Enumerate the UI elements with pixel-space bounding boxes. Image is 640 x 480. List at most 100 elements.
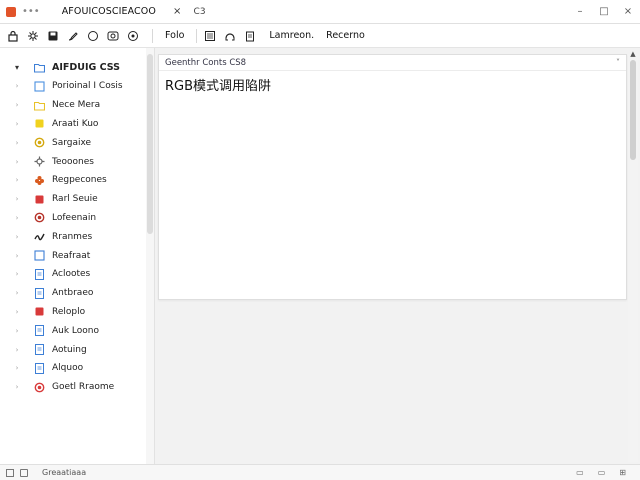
tree-arrow-icon[interactable]: ›: [12, 270, 22, 278]
tree-arrow-icon[interactable]: ›: [12, 139, 22, 147]
main-scrollbar[interactable]: ▲: [628, 50, 638, 462]
collapse-icon[interactable]: ˅: [616, 58, 620, 67]
editor-text-area[interactable]: RGB模式调用陷阱: [159, 71, 626, 98]
tab-extra-label[interactable]: C3: [193, 7, 205, 17]
toolbar-item-folo[interactable]: Folo: [165, 30, 184, 41]
sidebar-item-label: Goetl Rraome: [52, 382, 115, 393]
editor-content: RGB模式调用陷阱: [165, 79, 272, 94]
tree-arrow-icon[interactable]: ›: [12, 176, 22, 184]
scroll-up-icon[interactable]: ▲: [628, 50, 638, 58]
sidebar-item[interactable]: › Rarl Seuie: [0, 190, 146, 209]
sidebar-item[interactable]: › Rranmes: [0, 227, 146, 246]
clipboard-icon[interactable]: [243, 29, 257, 43]
sidebar-item[interactable]: › Aotuing: [0, 340, 146, 359]
sidebar-item[interactable]: ▾ AIFDUIG CSS: [0, 58, 146, 77]
sidebar-item[interactable]: › Regpecones: [0, 171, 146, 190]
doc-icon: [34, 287, 45, 299]
tab-close-icon[interactable]: ×: [173, 6, 181, 17]
sidebar-item-label: Alquoo: [52, 363, 84, 374]
status-info-icon[interactable]: ▭: [576, 468, 584, 477]
sidebar-item[interactable]: › Teooones: [0, 152, 146, 171]
document-tab[interactable]: AFOUICOSCIEACOO × C3: [58, 2, 206, 22]
sidebar-scrollbar[interactable]: [146, 48, 154, 464]
history-icon[interactable]: [223, 29, 237, 43]
sidebar-item[interactable]: › Porioinal I Cosis: [0, 77, 146, 96]
tree-arrow-icon[interactable]: ›: [12, 214, 22, 222]
flower-icon: [34, 175, 45, 186]
sidebar-item-label: Sargaixe: [52, 137, 92, 148]
editor-header-title: Geenthr Conts CS8: [165, 57, 247, 68]
main-scrollbar-thumb[interactable]: [630, 60, 636, 160]
tree-arrow-icon[interactable]: ›: [12, 327, 22, 335]
tree-arrow-icon[interactable]: ›: [12, 158, 22, 166]
view-icon[interactable]: [126, 29, 140, 43]
editor-header: Geenthr Conts CS8 ˅: [159, 55, 626, 71]
app-logo-icon: [6, 6, 16, 17]
tree-arrow-icon[interactable]: ›: [12, 195, 22, 203]
sidebar-item-label: Auk Loono: [52, 325, 100, 336]
sidebar-item[interactable]: › Sargaixe: [0, 133, 146, 152]
sidebar-item-label: Reloplo: [52, 306, 86, 317]
expand-arrow-icon[interactable]: ▾: [12, 63, 22, 72]
circle-icon: [34, 137, 45, 148]
status-zoom-icon[interactable]: ▭: [598, 468, 606, 477]
sidebar-item-label: Araati Kuo: [52, 118, 99, 129]
tree-arrow-icon[interactable]: ›: [12, 82, 22, 90]
folder-icon: [34, 62, 45, 73]
title-bar: ••• AFOUICOSCIEACOO × C3 – □ ×: [0, 0, 640, 24]
brush-icon[interactable]: [66, 29, 80, 43]
square-icon: [34, 194, 45, 205]
menu-dots-icon[interactable]: •••: [22, 6, 40, 17]
sidebar-item[interactable]: › Alquoo: [0, 359, 146, 378]
sidebar-item[interactable]: › Antbraeo: [0, 284, 146, 303]
image-icon[interactable]: [106, 29, 120, 43]
status-grid-icon[interactable]: [6, 468, 14, 477]
save-icon[interactable]: [46, 29, 60, 43]
toolbar-item-recerno[interactable]: Recerno: [326, 30, 365, 41]
sidebar-item[interactable]: › Auk Loono: [0, 321, 146, 340]
document-tab-title: AFOUICOSCIEACOO: [61, 6, 156, 17]
tree-arrow-icon[interactable]: ›: [12, 364, 22, 372]
doc-icon: [34, 325, 45, 337]
status-right-icons: ▭ ▭ ⊞: [576, 468, 640, 477]
doc-icon: [34, 362, 45, 374]
tree-arrow-icon[interactable]: ›: [12, 252, 22, 260]
toolbar-divider: [196, 28, 198, 43]
status-bar: Greaatiaaa ▭ ▭ ⊞: [0, 464, 640, 480]
status-layout-icon[interactable]: [20, 468, 28, 477]
sidebar-scrollbar-thumb[interactable]: [147, 54, 153, 234]
sidebar-item[interactable]: › Nece Mera: [0, 96, 146, 115]
tree-arrow-icon[interactable]: ›: [12, 346, 22, 354]
toolbar: Folo Lamreon. Recerno: [0, 24, 640, 48]
close-window-icon[interactable]: ×: [616, 6, 640, 17]
sidebar-item-label: Reafraat: [52, 250, 91, 261]
minimize-icon[interactable]: –: [568, 6, 592, 17]
sidebar-item[interactable]: › Reafraat: [0, 246, 146, 265]
maximize-icon[interactable]: □: [592, 6, 616, 17]
sidebar-item[interactable]: › Lofeenain: [0, 208, 146, 227]
sidebar-item-label: Lofeenain: [52, 212, 97, 223]
sidebar-item[interactable]: › Aclootes: [0, 265, 146, 284]
window-controls: – □ ×: [568, 6, 640, 17]
status-resize-icon[interactable]: ⊞: [619, 468, 626, 477]
tree-arrow-icon[interactable]: ›: [12, 120, 22, 128]
sidebar-item[interactable]: › Goetl Rraome: [0, 378, 146, 397]
tree-arrow-icon[interactable]: ›: [12, 233, 22, 241]
sidebar-item-label: Regpecones: [52, 175, 107, 186]
sidebar-item-label: Aclootes: [52, 269, 91, 280]
sidebar-item[interactable]: › Reloplo: [0, 302, 146, 321]
editor-panel: Geenthr Conts CS8 ˅ RGB模式调用陷阱: [158, 54, 627, 300]
tree-arrow-icon[interactable]: ›: [12, 308, 22, 316]
lock-icon[interactable]: [6, 29, 20, 43]
sidebar-item-label: Aotuing: [52, 344, 87, 355]
tree-arrow-icon[interactable]: ›: [12, 101, 22, 109]
layers-icon[interactable]: [203, 29, 217, 43]
sidebar-item[interactable]: › Araati Kuo: [0, 114, 146, 133]
circle-tool-icon[interactable]: [86, 29, 100, 43]
tree-arrow-icon[interactable]: ›: [12, 289, 22, 297]
toolbar-item-lamreon[interactable]: Lamreon.: [269, 30, 314, 41]
circle-icon: [34, 212, 45, 223]
settings-icon[interactable]: [26, 29, 40, 43]
sidebar-item-label: Teooones: [52, 156, 94, 167]
tree-arrow-icon[interactable]: ›: [12, 383, 22, 391]
